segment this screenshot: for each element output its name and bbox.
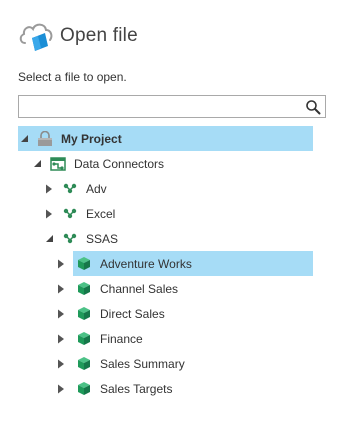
search-box[interactable]: [18, 95, 326, 118]
collapsed-arrow-icon[interactable]: [55, 258, 67, 270]
expanded-arrow-icon[interactable]: [18, 133, 30, 145]
tree-item-label: Channel Sales: [100, 281, 179, 296]
tree-item-label: Direct Sales: [100, 306, 165, 321]
tree-item-direct-sales[interactable]: Direct Sales: [55, 301, 275, 326]
collapsed-arrow-icon[interactable]: [43, 183, 55, 195]
page-title: Open file: [60, 25, 138, 46]
search-icon[interactable]: [305, 99, 321, 115]
collapsed-arrow-icon[interactable]: [55, 308, 67, 320]
tree-item-sales-summary[interactable]: Sales Summary: [55, 351, 275, 376]
cube-icon: [75, 306, 93, 322]
tree-item-label: Sales Summary: [100, 356, 185, 371]
cube-icon: [75, 331, 93, 347]
tree-item-label: Data Connectors: [74, 156, 165, 171]
tree-item-label: My Project: [61, 131, 122, 146]
tree-item-label: Sales Targets: [100, 381, 173, 396]
cube-icon: [75, 356, 93, 372]
tree-item-my-project[interactable]: My Project: [18, 126, 313, 151]
collapsed-arrow-icon[interactable]: [55, 383, 67, 395]
tree-item-excel[interactable]: Excel: [43, 201, 243, 226]
instruction-text: Select a file to open.: [18, 70, 127, 84]
collapsed-arrow-icon[interactable]: [55, 283, 67, 295]
tree-item-label: SSAS: [86, 231, 119, 246]
header: Open file: [18, 19, 138, 53]
data-connectors-icon: [49, 156, 67, 172]
tree-item-adventure-works[interactable]: Adventure Works: [55, 251, 313, 276]
expanded-arrow-icon[interactable]: [31, 158, 43, 170]
collapsed-arrow-icon[interactable]: [55, 333, 67, 345]
tree-item-sales-targets[interactable]: Sales Targets: [55, 376, 275, 401]
expanded-arrow-icon[interactable]: [43, 233, 55, 245]
cube-icon: [75, 381, 93, 397]
tree-item-finance[interactable]: Finance: [55, 326, 275, 351]
cloud-open-icon: [18, 19, 56, 53]
selection-highlight: Adventure Works: [73, 251, 313, 276]
collapsed-arrow-icon[interactable]: [55, 358, 67, 370]
connector-icon: [61, 206, 79, 222]
tree-item-label: Adventure Works: [100, 256, 192, 271]
cube-icon: [75, 256, 93, 272]
collapsed-arrow-icon[interactable]: [43, 208, 55, 220]
tree-item-adv[interactable]: Adv: [43, 176, 243, 201]
tree-item-data-connectors[interactable]: Data Connectors: [31, 151, 271, 176]
tree-item-label: Finance: [100, 331, 143, 346]
search-input[interactable]: [19, 96, 307, 117]
tree-item-label: Excel: [86, 206, 116, 221]
tree-item-ssas[interactable]: SSAS: [43, 226, 243, 251]
tree-item-channel-sales[interactable]: Channel Sales: [55, 276, 275, 301]
tree-item-label: Adv: [86, 181, 107, 196]
project-icon: [36, 130, 54, 147]
cube-icon: [75, 281, 93, 297]
connector-icon: [61, 231, 79, 247]
connector-icon: [61, 181, 79, 197]
